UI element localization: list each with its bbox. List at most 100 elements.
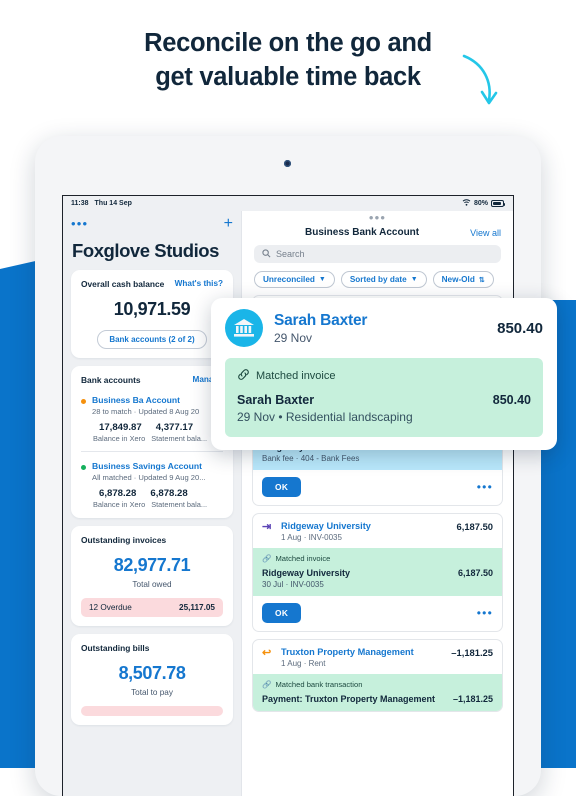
cash-balance-card: Overall cash balance What's this? 10,971…: [71, 270, 233, 359]
arrow-in-icon: ⇥: [262, 521, 272, 533]
transaction-sub: 1 Aug · INV-0035: [281, 533, 342, 542]
transaction-name[interactable]: Ridgeway University: [281, 521, 451, 531]
ok-button[interactable]: OK: [262, 603, 302, 623]
search-input[interactable]: Search: [254, 245, 501, 263]
transaction-amount: 6,187.50: [456, 521, 494, 532]
reconcile-header: Business Bank Account View all: [242, 223, 513, 238]
popup-date: 29 Nov: [274, 330, 313, 345]
popup-band-label: Matched invoice: [256, 370, 336, 382]
account-statement-balance: 4,377.17: [155, 422, 194, 434]
battery-percent: 80%: [473, 200, 488, 207]
transaction-amount: –1,181.25: [451, 647, 493, 658]
matched-transaction-popup[interactable]: Sarah Baxter 29 Nov 850.40 Matched invoi…: [211, 298, 557, 450]
plus-icon[interactable]: +: [224, 216, 233, 232]
account-title: Business Bank Account: [305, 227, 420, 238]
ok-button[interactable]: OK: [262, 477, 302, 497]
popup-band-amount: 850.40: [492, 393, 531, 407]
matched-invoice-band[interactable]: 🔗 Matched invoice Ridgeway University 30…: [253, 548, 502, 596]
camera-dot: [284, 160, 291, 167]
view-all-link[interactable]: View all: [470, 228, 501, 238]
band-name: Payment: Truxton Property Management: [262, 694, 436, 704]
invoices-total-caption: Total owed: [132, 580, 172, 590]
filter-label: Sorted by date: [349, 275, 407, 284]
dashboard-toolbar: ••• +: [71, 215, 233, 233]
more-horizontal-icon[interactable]: •••: [477, 607, 493, 619]
account-statement-label: Statement bala...: [151, 434, 208, 444]
account-xero-label: Balance in Xero: [93, 500, 146, 510]
status-date: Thu 14 Sep: [94, 200, 132, 207]
band-label: Matched bank transaction: [275, 680, 363, 689]
band-name: Ridgeway University: [262, 568, 351, 578]
dashboard-pane: ••• + Foxglove Studios Overall cash bala…: [63, 211, 241, 796]
band-amount: 6,187.50: [457, 568, 493, 578]
outstanding-bills-title: Outstanding bills: [81, 643, 150, 654]
band-label: Matched invoice: [275, 554, 331, 563]
filter-label: New-Old: [441, 275, 475, 284]
reconcile-toolbar: •••: [242, 211, 513, 224]
headline-line-1: Reconcile on the go and: [144, 29, 432, 57]
table-row[interactable]: ↩ Truxton Property Management 1 Aug · Re…: [252, 639, 503, 712]
search-placeholder: Search: [276, 249, 305, 259]
bills-total-caption: Total to pay: [131, 688, 173, 698]
battery-icon: [491, 200, 506, 207]
whats-this-link[interactable]: What's this?: [175, 279, 223, 288]
link-icon: 🔗: [262, 680, 272, 689]
popup-contact-name[interactable]: Sarah Baxter: [274, 312, 367, 330]
tablet-device: 11:38 Thu 14 Sep 80% ••• + Foxglove Stud…: [35, 136, 541, 796]
outstanding-invoices-card: Outstanding invoices 82,977.71 Total owe…: [71, 526, 233, 627]
bank-accounts-filter-button[interactable]: Bank accounts (2 of 2): [97, 330, 207, 350]
matched-bank-transaction-band[interactable]: 🔗 Matched bank transaction Payment: Trux…: [253, 674, 502, 711]
overdue-bills-row[interactable]: [81, 706, 223, 717]
filter-sort-order[interactable]: New-Old ⇅: [432, 271, 494, 288]
popup-band-sub: 29 Nov • Residential landscaping: [237, 410, 413, 424]
overdue-amount: 25,117.05: [179, 603, 215, 613]
bills-total-amount: 8,507.78: [118, 663, 186, 684]
bank-accounts-card: Bank accounts Manage Business Ba Account…: [71, 366, 233, 519]
link-icon: [237, 368, 250, 384]
page-title: Foxglove Studios: [72, 240, 219, 261]
account-xero-balance: 17,849.87: [99, 422, 142, 434]
account-name[interactable]: Business Savings Account: [92, 461, 223, 471]
list-item[interactable]: Business Savings Account All matched · U…: [81, 451, 223, 509]
chevron-down-icon: ▼: [410, 276, 418, 283]
transaction-sub: 1 Aug · Rent: [281, 659, 326, 668]
account-statement-balance: 6,878.28: [150, 488, 188, 500]
account-status: All matched · Updated 9 Aug 20...: [92, 473, 206, 483]
arrow-out-icon: ↩: [262, 647, 272, 659]
table-row[interactable]: ⇥ Ridgeway University 1 Aug · INV-0035 6…: [252, 513, 503, 632]
list-item[interactable]: Business Ba Account 28 to match · Update…: [81, 386, 223, 443]
more-horizontal-icon[interactable]: •••: [71, 217, 88, 230]
popup-header: Sarah Baxter 29 Nov 850.40: [225, 309, 543, 347]
bank-building-icon: [225, 309, 263, 347]
overdue-invoices-row[interactable]: 12 Overdue 25,117.05: [81, 598, 223, 618]
account-statement-label: Statement bala...: [151, 500, 208, 510]
sort-arrows-icon: ⇅: [478, 276, 485, 284]
filter-bar: Unreconciled ▼ Sorted by date ▼ New-Old …: [242, 263, 513, 295]
status-bar: 11:38 Thu 14 Sep 80%: [63, 196, 513, 211]
bank-accounts-title: Bank accounts: [81, 375, 141, 386]
band-amount: –1,181.25: [452, 694, 493, 704]
account-xero-balance: 6,878.28: [99, 488, 137, 500]
account-name[interactable]: Business Ba Account: [92, 395, 223, 405]
status-dot-icon: [81, 399, 86, 405]
filter-unreconciled[interactable]: Unreconciled ▼: [254, 271, 335, 288]
popup-matched-invoice-band[interactable]: Matched invoice Sarah Baxter 29 Nov • Re…: [225, 358, 543, 437]
band-sub: 30 Jul · INV-0035: [262, 580, 324, 589]
status-dot-icon: [81, 465, 86, 471]
filter-label: Unreconciled: [263, 275, 315, 284]
overdue-label: 12 Overdue: [89, 603, 132, 613]
filter-sorted-by-date[interactable]: Sorted by date ▼: [340, 271, 427, 288]
curved-arrow-icon: [458, 52, 502, 117]
search-icon: [262, 248, 271, 260]
invoices-total-amount: 82,977.71: [113, 555, 191, 576]
more-horizontal-icon[interactable]: •••: [477, 481, 493, 493]
account-status: 28 to match · Updated 8 Aug 20: [92, 407, 200, 417]
chevron-down-icon: ▼: [318, 276, 326, 283]
tablet-screen: 11:38 Thu 14 Sep 80% ••• + Foxglove Stud…: [62, 195, 514, 796]
link-icon: 🔗: [262, 554, 272, 563]
transaction-name[interactable]: Truxton Property Management: [281, 647, 445, 657]
more-horizontal-icon[interactable]: •••: [369, 211, 386, 224]
status-time: 11:38: [71, 200, 89, 207]
account-xero-label: Balance in Xero: [93, 434, 146, 444]
band-sub: Bank fee · 404 - Bank Fees: [262, 454, 360, 463]
